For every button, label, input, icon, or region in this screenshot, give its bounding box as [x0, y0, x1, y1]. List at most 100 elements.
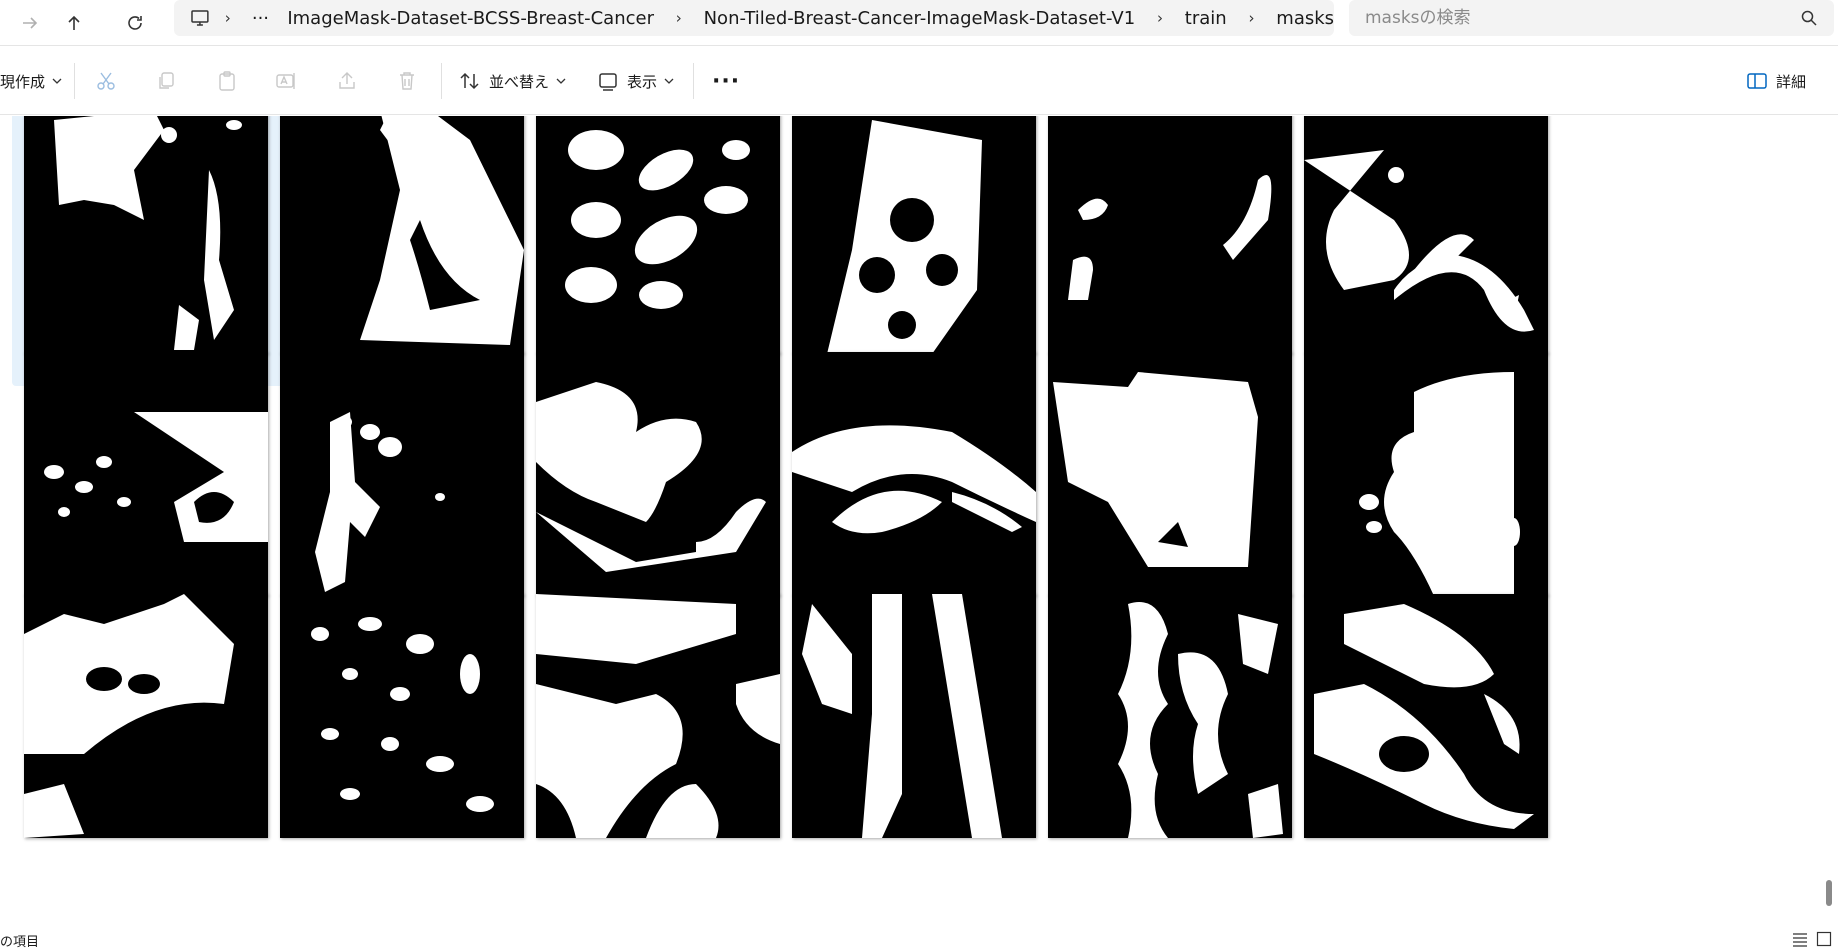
breadcrumb[interactable]: › ··· ImageMask-Dataset-BCSS-Breast-Canc… [174, 0, 1334, 36]
file-thumbnail [280, 116, 524, 354]
chevron-right-icon[interactable]: › [1135, 9, 1185, 27]
sort-button[interactable]: 並べ替え [459, 47, 567, 115]
file-thumbnail [792, 594, 1036, 838]
view-label: 表示 [627, 72, 658, 91]
trash-icon [400, 72, 414, 90]
details-view-icon[interactable] [1792, 931, 1808, 947]
refresh-icon [128, 15, 142, 30]
mask-image [24, 352, 268, 596]
breadcrumb-item-dataset[interactable]: ImageMask-Dataset-BCSS-Breast-Cancer [287, 8, 654, 29]
file-tile[interactable] [268, 586, 540, 870]
file-thumbnail [1304, 116, 1548, 354]
chevron-down-icon [556, 78, 566, 84]
copy-icon [159, 72, 174, 89]
mask-image [1048, 116, 1292, 354]
mask-image [792, 352, 1036, 596]
rename-button[interactable] [275, 47, 297, 115]
chevron-down-icon [664, 78, 674, 84]
toolbar-divider [441, 63, 442, 99]
breadcrumb-item-train[interactable]: train [1185, 8, 1227, 29]
file-thumbnail [536, 352, 780, 596]
details-label: 詳細 [1776, 72, 1807, 91]
more-options-button[interactable]: ··· [712, 47, 740, 115]
mask-image [536, 594, 780, 838]
file-grid: vflipped_1127.jpgvflipped_1128.jpgvflipp… [0, 116, 1820, 928]
mask-image [280, 352, 524, 596]
scrollbar-thumb[interactable] [1826, 880, 1832, 906]
mask-image [1048, 594, 1292, 838]
mask-image [1304, 352, 1548, 596]
file-thumbnail [24, 594, 268, 838]
file-tile[interactable] [524, 586, 796, 870]
toolbar-divider [74, 63, 75, 99]
file-thumbnail [536, 116, 780, 354]
sort-label: 並べ替え [489, 72, 550, 91]
chevron-right-icon[interactable]: › [654, 9, 704, 27]
file-tile[interactable] [1036, 586, 1308, 870]
address-bar-row: › ··· ImageMask-Dataset-BCSS-Breast-Canc… [0, 0, 1838, 46]
scissors-icon [97, 72, 115, 90]
file-thumbnail [24, 116, 268, 354]
refresh-button[interactable] [105, 0, 165, 46]
status-bar: の項目 [0, 928, 1838, 952]
up-button[interactable] [44, 0, 104, 46]
command-bar: 現作成 並べ替え 表示 ··· 詳細 [0, 47, 1838, 115]
search-input[interactable] [1365, 8, 1785, 28]
mask-image [1048, 352, 1292, 596]
mask-image [1304, 116, 1548, 354]
file-thumbnail [280, 594, 524, 838]
new-button[interactable]: 現作成 [0, 47, 63, 115]
file-thumbnail [1304, 352, 1548, 596]
view-button[interactable]: 表示 [597, 47, 675, 115]
mask-image [24, 116, 268, 354]
breadcrumb-item-nontiled[interactable]: Non-Tiled-Breast-Cancer-ImageMask-Datase… [704, 8, 1136, 29]
search-box[interactable] [1349, 0, 1834, 36]
mask-image [1304, 594, 1548, 838]
file-thumbnail [280, 352, 524, 596]
copy-button[interactable] [155, 47, 177, 115]
file-thumbnail [1048, 352, 1292, 596]
search-icon[interactable] [1800, 9, 1818, 27]
paste-button[interactable] [216, 47, 238, 115]
sort-icon [460, 72, 479, 90]
details-button[interactable]: 詳細 [1746, 47, 1806, 115]
more-icon: ··· [712, 68, 741, 94]
toolbar-divider [693, 63, 694, 99]
chevron-right-icon[interactable]: › [1227, 9, 1277, 27]
file-thumbnail [536, 594, 780, 838]
status-text: の項目 [0, 934, 40, 950]
delete-button[interactable] [396, 47, 418, 115]
clipboard-icon [219, 71, 235, 91]
file-tile[interactable] [1292, 586, 1564, 870]
breadcrumb-ellipsis[interactable]: ··· [246, 8, 276, 29]
file-thumbnail [792, 116, 1036, 354]
view-icon [599, 73, 617, 91]
mask-image [792, 116, 1036, 354]
file-thumbnail [1304, 594, 1548, 838]
chevron-right-icon[interactable]: › [210, 9, 246, 27]
mask-image [24, 594, 268, 838]
file-thumbnail [1048, 116, 1292, 354]
mask-image [792, 594, 1036, 838]
file-tile[interactable] [780, 586, 1052, 870]
file-thumbnail [792, 352, 1036, 596]
mask-image [536, 352, 780, 596]
rename-icon [276, 73, 295, 89]
details-pane-icon [1747, 73, 1767, 89]
share-icon [339, 72, 355, 89]
large-icons-view-icon[interactable] [1816, 931, 1832, 947]
cut-button[interactable] [95, 47, 117, 115]
vertical-scrollbar[interactable] [1822, 116, 1836, 928]
new-label: 現作成 [0, 72, 46, 91]
share-button[interactable] [336, 47, 358, 115]
file-thumbnail [24, 352, 268, 596]
file-thumbnail [1048, 594, 1292, 838]
mask-image [280, 116, 524, 354]
mask-image [536, 116, 780, 354]
file-tile[interactable] [12, 586, 284, 870]
arrow-right-icon [23, 16, 38, 29]
computer-icon [191, 10, 209, 26]
arrow-up-icon [68, 15, 80, 30]
breadcrumb-item-masks[interactable]: masks [1276, 8, 1334, 29]
chevron-down-icon [52, 78, 62, 84]
